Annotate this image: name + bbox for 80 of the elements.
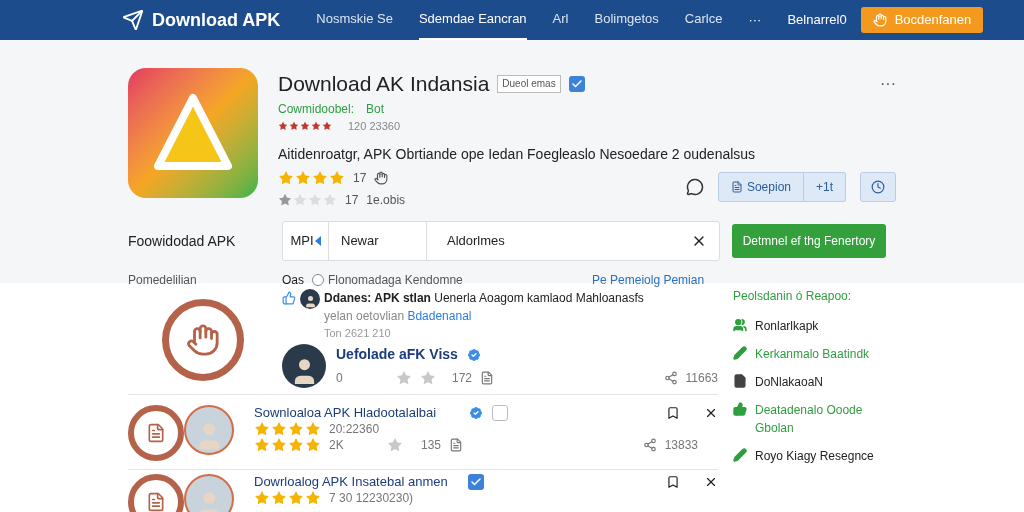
hand-icon (872, 13, 887, 27)
app-title: Download AK Indansia (278, 71, 490, 97)
action-button[interactable]: +1t (804, 172, 846, 202)
logo-text[interactable]: Download APK (152, 6, 281, 34)
stat-text: 0 (336, 370, 344, 387)
option-text: Flonomadaga Kendomne (328, 272, 464, 289)
sidebar-title: Peolsdanin ó Reapoo: (733, 288, 853, 305)
app-logo (128, 405, 184, 461)
app-icon (128, 68, 258, 198)
clock-icon (871, 180, 885, 194)
search-value: Aldorlmes (446, 232, 506, 251)
star-icon[interactable] (396, 370, 412, 386)
avatar (282, 343, 326, 388)
segment-text[interactable]: Newar (329, 222, 427, 260)
star-icon[interactable] (420, 370, 436, 386)
app-name[interactable]: Dowrloalog APK Insatebal anmen (254, 474, 460, 490)
rating-count: 17 (345, 192, 359, 209)
share-icon[interactable] (642, 438, 657, 452)
nav-link[interactable]: Bolimgetos (594, 0, 659, 40)
prefix-text: MPI (290, 232, 314, 251)
clock-button[interactable] (860, 172, 896, 202)
badge: Dueol emas (497, 74, 561, 93)
radio[interactable] (312, 274, 324, 286)
sidebar-link[interactable]: Deatadenalo Ooode Gbolan (755, 401, 893, 437)
app-description: Aitidenroatgr, APK Obrtiande ope Iedan Foegleaslo Nesoedare 2 oudenalsus (278, 145, 757, 164)
post-subtitle: yelan oetovlian (324, 309, 405, 323)
post-date: Ton 2621 210 (324, 326, 392, 341)
nav-link[interactable]: Carlce (684, 0, 723, 40)
document-icon (730, 181, 743, 193)
chat-icon[interactable] (685, 178, 704, 196)
check-icon (570, 77, 583, 90)
option-text: Oas (282, 272, 304, 289)
author-name[interactable]: Uefolade aFK Viss (336, 344, 458, 365)
link[interactable]: Bdadenanal (407, 309, 472, 323)
close-icon[interactable] (704, 475, 718, 489)
comment-icon[interactable] (480, 371, 495, 385)
account-link[interactable]: Belnarrel0 (787, 10, 847, 30)
hand-icon (374, 171, 389, 185)
comment-icon[interactable] (449, 438, 464, 452)
stat-text: 20:22360 (329, 421, 380, 437)
like-icon (282, 291, 296, 305)
search-label: Foowidodad APK (128, 231, 237, 251)
post-text: Ddanes: APK stlan Uenerla Aoagom kamlaod Mahloanasfs (324, 290, 644, 307)
developer-label: Cowmidoobel: (278, 100, 355, 118)
checkbox[interactable] (568, 75, 585, 92)
nav-link[interactable]: Arl (552, 0, 569, 40)
nav-link[interactable]: Nosmskie Se (316, 0, 393, 40)
avatar (300, 289, 320, 309)
avatar (184, 405, 234, 455)
stat-text: 7 30 12230230) (329, 490, 414, 506)
stat-text: 2K (329, 437, 345, 453)
bookmark-icon[interactable] (666, 406, 680, 420)
rating-text: 1e.obis (366, 192, 406, 209)
close-icon[interactable] (704, 406, 718, 420)
check-icon (470, 476, 482, 488)
developer-tag: Bot (366, 99, 385, 118)
search-field[interactable]: MPI Newar Aldorlmes (282, 221, 720, 261)
more-menu[interactable]: ··· (748, 10, 762, 30)
stat-text: 13833 (664, 437, 698, 453)
bookmark-icon[interactable] (666, 475, 680, 489)
rating-text: 120 23360 (348, 118, 400, 134)
rating-count: 17 (353, 170, 367, 187)
sidebar-link[interactable]: DoNlakaoaN (755, 373, 824, 391)
checkbox[interactable] (492, 405, 508, 421)
logo-icon (122, 9, 144, 31)
sidebar-link[interactable]: Royo Kiagy Resegnce (755, 447, 874, 465)
star-icon[interactable] (387, 437, 403, 453)
more-menu[interactable]: ··· (880, 71, 896, 96)
share-icon[interactable] (663, 371, 678, 385)
stat-text: 172 (452, 370, 473, 387)
avatar (184, 474, 234, 512)
checkbox[interactable] (468, 474, 484, 490)
stat-text: 135 (421, 437, 442, 453)
link[interactable]: Pe Pemeiolg Pemian (592, 271, 705, 289)
sidebar-link[interactable]: Kerkanmalo Baatindk (755, 345, 870, 363)
stat-text: 11663 (685, 370, 718, 387)
filter-label: Pomedelilian (128, 272, 198, 289)
sidebar-link[interactable]: Ronlarlkapk (755, 317, 819, 335)
app-name[interactable]: Sownloaloa APK Hladootalalbai (254, 405, 460, 421)
action-button[interactable]: Soepion (717, 172, 804, 202)
